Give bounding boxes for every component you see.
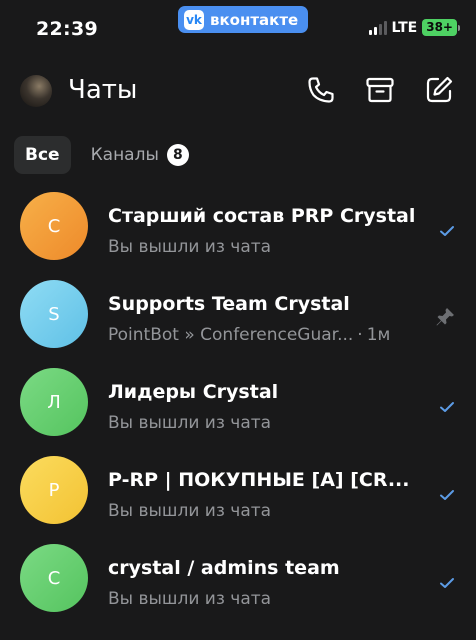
chat-preview: Вы вышли из чата [108, 413, 271, 433]
cellular-signal-icon [368, 20, 387, 35]
chat-name: P-RP | ПОКУПНЫЕ [A] [CR... [108, 469, 410, 491]
chat-row[interactable]: S Supports Team Crystal PointBot » Confe… [0, 270, 476, 358]
chat-avatar-initial: С [47, 215, 61, 237]
status-indicators: LTE 38+ [368, 19, 460, 36]
chat-avatar: С [20, 192, 88, 260]
chat-avatar: S [20, 280, 88, 348]
read-check-icon [438, 400, 456, 414]
pin-icon [434, 306, 456, 328]
chat-list: С Старший состав PRP Crystal Вы вышли из… [0, 182, 476, 622]
read-check-icon [438, 224, 456, 238]
status-time: 22:39 [36, 18, 98, 40]
chat-row[interactable]: С Старший состав PRP Crystal Вы вышли из… [0, 182, 476, 270]
chat-avatar: P [20, 456, 88, 524]
page-title: Чаты [68, 75, 138, 105]
header: Чаты [0, 62, 476, 118]
chat-preview: Вы вышли из чата [108, 237, 271, 257]
chat-preview-text: Вы вышли из чата [108, 501, 272, 521]
battery-level: 38+ [422, 19, 457, 36]
return-to-app-pill[interactable]: vk вконтакте [178, 6, 309, 33]
chat-name: Старший состав PRP Crystal [108, 205, 416, 227]
chat-avatar-initial: C [47, 567, 61, 589]
network-type: LTE [391, 19, 418, 36]
chat-avatar-initial: Л [47, 391, 61, 413]
app-pill-label: вконтакте [210, 10, 299, 29]
archive-icon[interactable] [364, 74, 396, 106]
vk-logo-text: vk [186, 12, 202, 27]
read-check-icon [438, 576, 456, 590]
status-bar: 22:39 vk вконтакте LTE 38+ [0, 0, 476, 62]
chat-time: 1м [366, 325, 391, 345]
chat-preview-text: Вы вышли из чата [108, 413, 272, 433]
chat-name: Лидеры Crystal [108, 381, 279, 403]
chat-preview-text: Вы вышли из чата [108, 237, 272, 257]
tab-channels[interactable]: Каналы 8 [91, 136, 189, 174]
chat-name: crystal / admins team [108, 557, 340, 579]
chat-preview-text: PointBot » ConferenceGuar... [108, 325, 354, 345]
chat-preview: Вы вышли из чата [108, 589, 271, 609]
chat-preview-text: Вы вышли из чата [108, 589, 272, 609]
chat-avatar-initial: S [48, 303, 60, 325]
compose-icon[interactable] [423, 74, 455, 106]
profile-avatar[interactable] [20, 75, 52, 107]
channels-count-badge: 8 [166, 144, 189, 166]
chat-row[interactable]: Л Лидеры Crystal Вы вышли из чата [0, 358, 476, 446]
chat-filter-tabs: Все Каналы 8 [14, 136, 189, 174]
chat-name: Supports Team Crystal [108, 293, 350, 315]
chat-preview: Вы вышли из чата [108, 501, 271, 521]
phone-icon[interactable] [305, 74, 337, 106]
chat-avatar: Л [20, 368, 88, 436]
battery-icon: 38+ [422, 19, 460, 36]
tab-all[interactable]: Все [14, 136, 71, 174]
tab-all-label: Все [25, 145, 60, 165]
read-check-icon [438, 488, 456, 502]
chat-row[interactable]: P P-RP | ПОКУПНЫЕ [A] [CR... Вы вышли из… [0, 446, 476, 534]
chat-avatar-initial: P [48, 479, 60, 501]
chat-row[interactable]: C crystal / admins team Вы вышли из чата [0, 534, 476, 622]
chat-avatar: C [20, 544, 88, 612]
chat-preview: PointBot » ConferenceGuar... · 1м [108, 325, 391, 345]
vk-logo-icon: vk [184, 9, 204, 30]
tab-channels-label: Каналы [90, 145, 159, 165]
